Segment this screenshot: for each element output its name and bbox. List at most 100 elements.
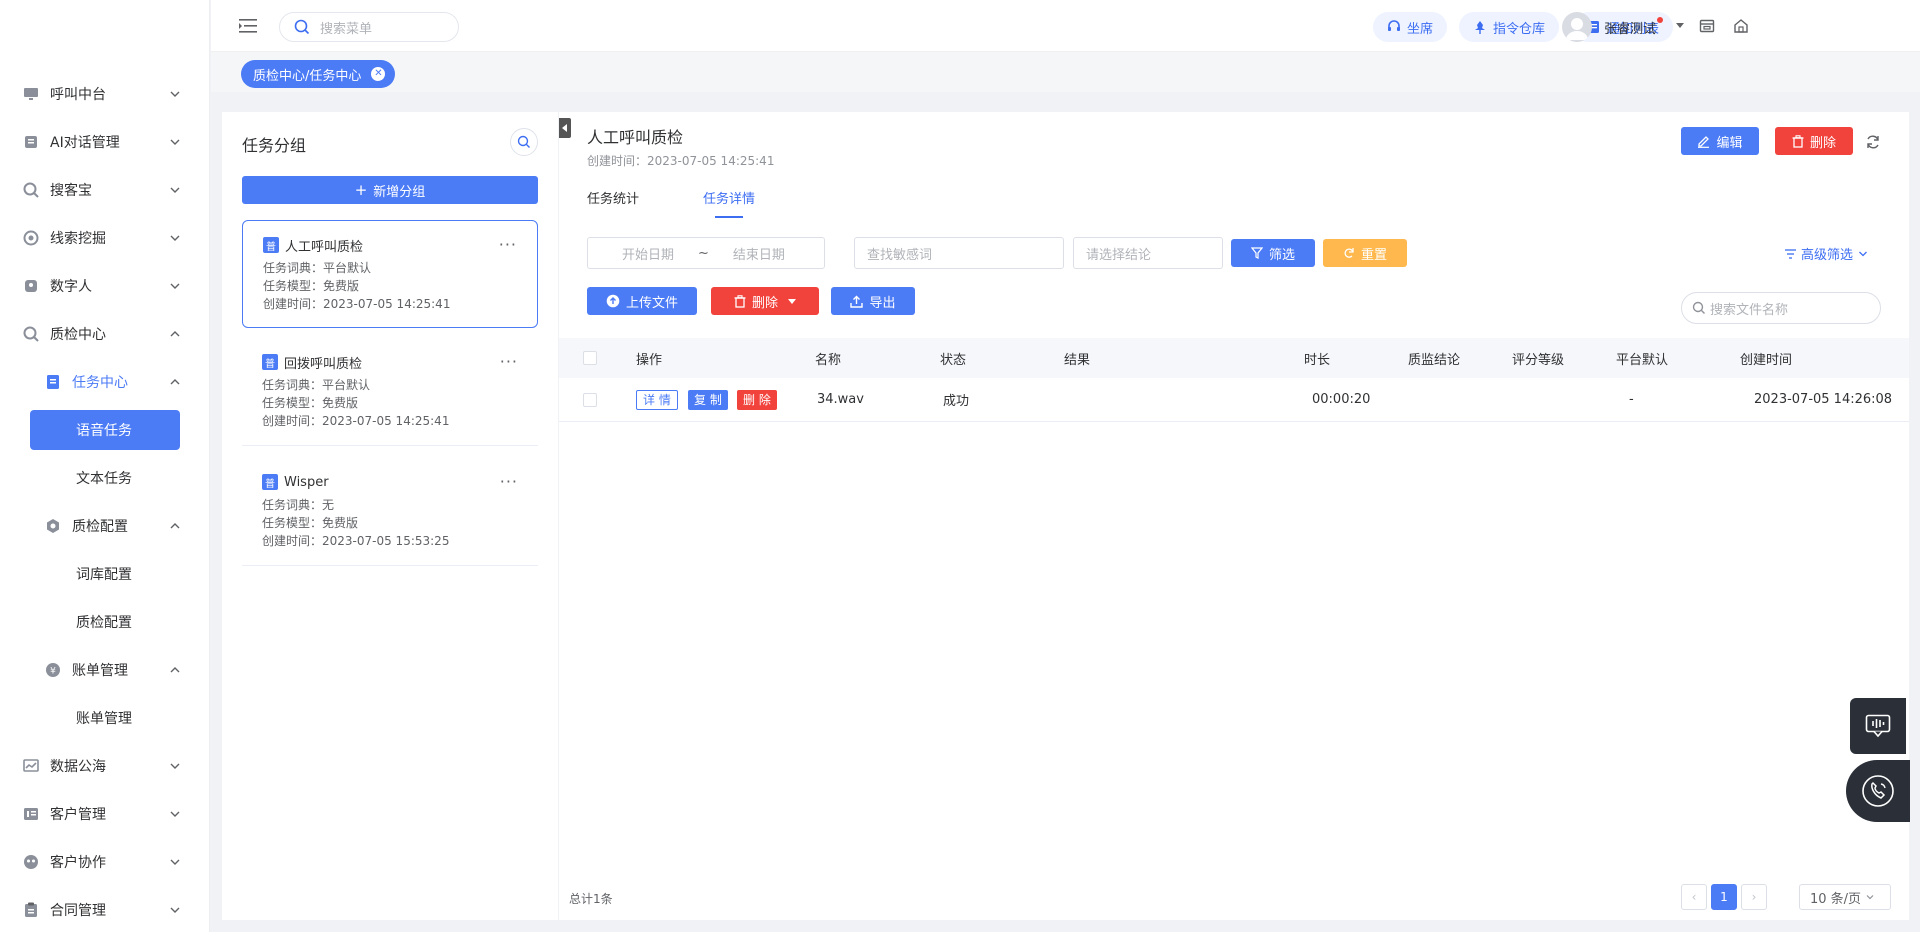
delete-label: 删除 xyxy=(1809,135,1836,151)
group-card-head: 普 人工呼叫质检 xyxy=(263,235,517,255)
more-icon[interactable]: ··· xyxy=(500,472,518,491)
hexagon-icon xyxy=(44,517,62,535)
file-name-search-input[interactable]: 搜索文件名称 xyxy=(1681,292,1881,324)
more-icon[interactable]: ··· xyxy=(499,235,517,254)
sidebar-item-task-center[interactable]: 任务中心 xyxy=(0,358,210,406)
next-page-button[interactable]: › xyxy=(1741,884,1767,910)
chat-bubble-icon xyxy=(1865,714,1891,738)
top-header: 搜索菜单 坐席 指令仓库 通知列表 张睿测试 xyxy=(211,0,1920,52)
sidebar-item-bill-manage[interactable]: ¥ 账单管理 xyxy=(0,646,210,694)
sidebar-item-customer-collab[interactable]: 客户协作 xyxy=(0,838,210,886)
phone-widget[interactable] xyxy=(1846,760,1910,822)
sidebar-item-data-sea[interactable]: 数据公海 xyxy=(0,742,210,790)
sidebar-item-qc-config[interactable]: 质检配置 xyxy=(0,502,210,550)
coin-icon: ¥ xyxy=(44,661,62,679)
sidebar-item-lexicon-config[interactable]: 词库配置 xyxy=(0,550,210,598)
file-table: 操作 名称 状态 结果 时长 质监结论 评分等级 平台默认 创建时间 详 情 复… xyxy=(559,338,1909,422)
avatar[interactable] xyxy=(1562,12,1592,42)
menu-search-input[interactable]: 搜索菜单 xyxy=(279,12,459,42)
sidebar-item-label: 客户协作 xyxy=(50,855,106,871)
task-detail-panel: 人工呼叫质检 创建时间：2023-07-05 14:25:41 编辑 删除 任务… xyxy=(559,112,1909,920)
sidebar-item-call-center[interactable]: 呼叫中台 xyxy=(0,70,210,118)
panel-title: 任务分组 xyxy=(242,136,307,155)
customer-icon xyxy=(22,805,40,823)
sidebar-item-digital-human[interactable]: 数字人 xyxy=(0,262,210,310)
group-created: 创建时间：2023-07-05 15:53:25 xyxy=(262,534,450,548)
sidebar-item-label: 账单管理 xyxy=(72,663,128,679)
close-icon[interactable]: ✕ xyxy=(371,67,386,81)
export-icon xyxy=(850,295,864,308)
row-delete-button[interactable]: 删 除 xyxy=(737,389,777,410)
tab-task-detail[interactable]: 任务详情 xyxy=(703,188,755,218)
more-icon[interactable]: ··· xyxy=(500,352,518,371)
delete-task-button[interactable]: 删除 xyxy=(1775,127,1853,155)
caret-down-icon[interactable] xyxy=(1676,23,1684,28)
search-globe-icon xyxy=(22,181,40,199)
window-icon[interactable] xyxy=(1699,18,1715,34)
sidebar-menu: 呼叫中台 AI对话管理 搜客宝 线索挖掘 数字人 质检中心 任务中心 语音任务 … xyxy=(0,70,210,932)
seat-button[interactable]: 坐席 xyxy=(1373,12,1448,42)
refresh-icon[interactable] xyxy=(1865,134,1881,150)
col-header-duration: 时长 xyxy=(1304,352,1331,368)
date-range-picker[interactable]: 开始日期 ~ 结束日期 xyxy=(587,237,825,269)
sidebar-item-voice-task[interactable]: 语音任务 xyxy=(30,410,180,450)
add-group-button[interactable]: + 新增分组 xyxy=(242,176,538,204)
export-label: 导出 xyxy=(869,295,896,311)
group-name: Wisper xyxy=(284,474,329,490)
keyword-input[interactable]: 查找敏感词 xyxy=(854,237,1064,269)
upload-icon xyxy=(606,294,620,308)
col-header-conclusion: 质监结论 xyxy=(1408,352,1461,368)
username[interactable]: 张睿测试 xyxy=(1604,18,1656,37)
sidebar-item-qc-center[interactable]: 质检中心 xyxy=(0,310,210,358)
sidebar-item-lead-mining[interactable]: 线索挖掘 xyxy=(0,214,210,262)
filter-button[interactable]: 筛选 xyxy=(1231,239,1315,267)
edit-button[interactable]: 编辑 xyxy=(1681,127,1759,155)
prev-page-button[interactable]: ‹ xyxy=(1681,884,1707,910)
sidebar-item-label: 词库配置 xyxy=(76,567,132,583)
upload-file-button[interactable]: 上传文件 xyxy=(587,287,697,315)
headset-icon xyxy=(1388,20,1400,31)
table-row: 详 情 复 制 删 除 34.wav 成功 00:00:20 - 2023-07… xyxy=(559,378,1909,422)
reset-button[interactable]: 重置 xyxy=(1323,239,1407,267)
chevron-down-icon xyxy=(170,763,180,769)
chevron-down-icon xyxy=(170,907,180,913)
group-dict: 任务词典：平台默认 xyxy=(262,378,371,392)
collapse-panel-handle[interactable] xyxy=(559,118,571,138)
tab-task-stats[interactable]: 任务统计 xyxy=(587,188,639,218)
advanced-filter-toggle[interactable]: 高级筛选 xyxy=(1784,244,1869,263)
row-detail-button[interactable]: 详 情 xyxy=(636,389,678,410)
export-button[interactable]: 导出 xyxy=(831,287,915,315)
search-placeholder: 搜索菜单 xyxy=(320,21,373,37)
end-date-input[interactable]: 结束日期 xyxy=(733,244,785,263)
group-dict: 任务词典：无 xyxy=(262,498,335,512)
group-search-button[interactable] xyxy=(510,128,538,156)
row-checkbox[interactable] xyxy=(583,392,597,407)
sidebar-item-text-task[interactable]: 文本任务 xyxy=(0,454,210,502)
start-date-input[interactable]: 开始日期 xyxy=(622,244,674,263)
home-icon[interactable] xyxy=(1733,18,1749,34)
bulk-delete-button[interactable]: 删除 xyxy=(711,287,819,315)
unread-dot xyxy=(1657,17,1664,23)
voice-chat-widget[interactable] xyxy=(1850,698,1906,754)
menu-toggle-icon[interactable] xyxy=(239,18,257,34)
conclusion-select[interactable]: 请选择结论 xyxy=(1073,237,1223,269)
group-model: 任务模型：免费版 xyxy=(262,396,359,410)
sidebar-item-bill-manage-leaf[interactable]: 账单管理 xyxy=(0,694,210,742)
sidebar-item-qc-config-leaf[interactable]: 质检配置 xyxy=(0,598,210,646)
tab-qc-task-center[interactable]: 质检中心/任务中心 ✕ xyxy=(241,60,396,88)
sidebar-item-ai-dialog[interactable]: AI对话管理 xyxy=(0,118,210,166)
command-warehouse-button[interactable]: 指令仓库 xyxy=(1459,12,1560,42)
chevron-down-icon xyxy=(1866,895,1874,900)
group-card-manual-call[interactable]: 普 人工呼叫质检 ··· 任务词典：平台默认 任务模型：免费版 创建时间：202… xyxy=(242,220,538,328)
caret-down-icon xyxy=(788,298,796,304)
sidebar-item-soukebao[interactable]: 搜客宝 xyxy=(0,166,210,214)
page-size-select[interactable]: 10 条/页 xyxy=(1799,884,1891,910)
group-card-wisper[interactable]: 普 Wisper ··· 任务词典：无 任务模型：免费版 创建时间：2023-0… xyxy=(242,458,538,566)
group-card-callback[interactable]: 普 回拨呼叫质检 ··· 任务词典：平台默认 任务模型：免费版 创建时间：202… xyxy=(242,338,538,446)
select-all-checkbox[interactable] xyxy=(583,351,597,365)
sidebar-item-customer-manage[interactable]: 客户管理 xyxy=(0,790,210,838)
sidebar-item-contract-manage[interactable]: 合同管理 xyxy=(0,886,210,932)
page-number[interactable]: 1 xyxy=(1711,884,1737,910)
row-copy-button[interactable]: 复 制 xyxy=(688,389,728,410)
add-group-label: 新增分组 xyxy=(373,184,426,200)
